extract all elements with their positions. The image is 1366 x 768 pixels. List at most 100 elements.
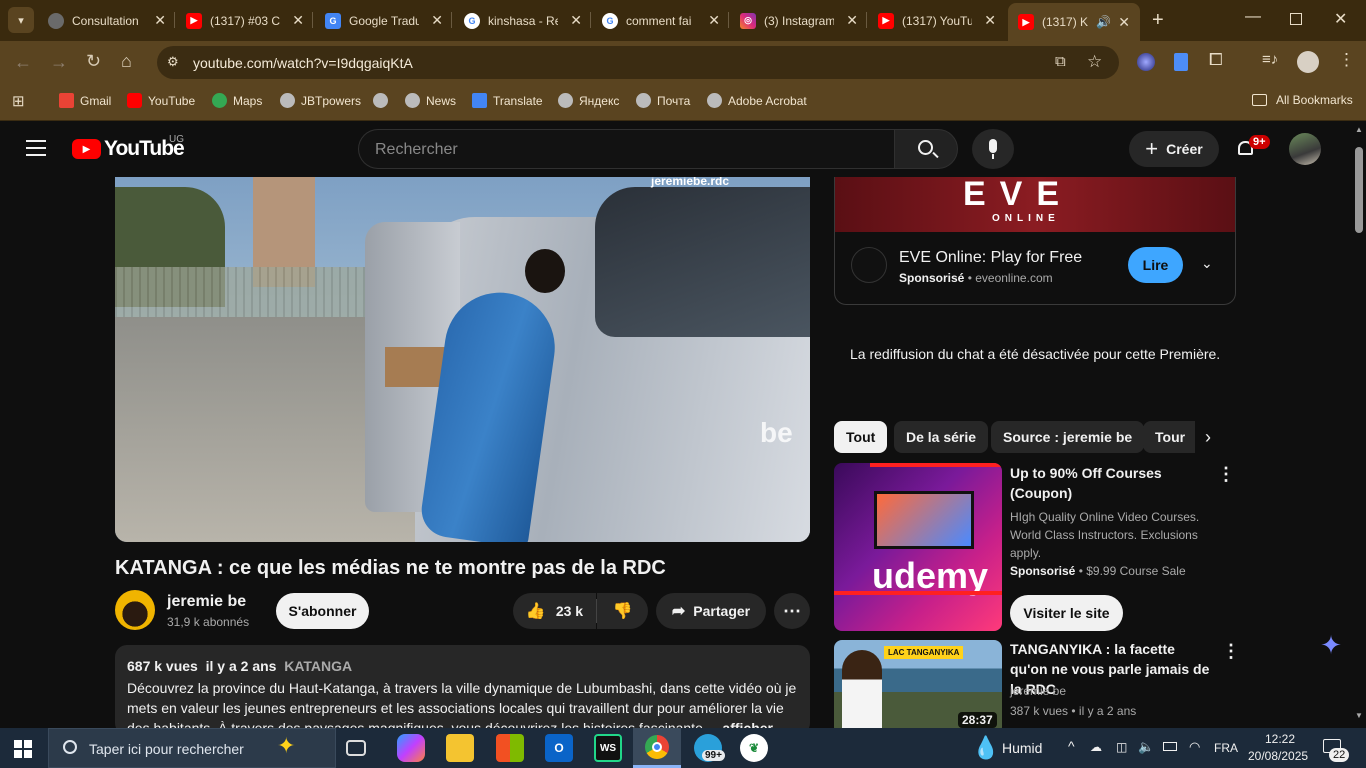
close-tab-icon[interactable]: ✕ [984,12,996,29]
search-button[interactable] [894,129,958,169]
create-button[interactable]: + Créer [1129,131,1219,167]
bookmark-news[interactable]: News [405,93,456,108]
webstorm-icon[interactable]: WS [594,734,622,762]
page-scrollbar[interactable]: ▲ ▼ [1352,121,1366,728]
clock-time[interactable]: 12:22 [1265,732,1295,746]
notifications-button[interactable]: 9+ [1234,135,1270,161]
bookmark-translate[interactable]: Translate [472,93,543,108]
site-info-icon[interactable]: ⚙ [167,54,179,70]
kebab-menu-icon[interactable]: ⋮ [1217,464,1235,485]
more-actions-button[interactable]: ⋯ [774,593,810,629]
minimize-button[interactable]: — [1245,8,1261,26]
visit-site-button[interactable]: Visiter le site [1010,595,1123,631]
tab-search-dropdown[interactable]: ▾ [8,7,34,33]
wifi-icon[interactable]: ◠ [1189,739,1200,755]
youtube-logo[interactable]: ▶ YouTube [72,137,185,161]
apps-grid-icon[interactable]: ⊞ [12,92,25,110]
reload-icon[interactable]: ↻ [86,51,101,72]
ad-cta-button[interactable]: Lire [1128,247,1183,283]
close-tab-icon[interactable]: ✕ [846,12,858,29]
start-button[interactable] [14,740,32,758]
outlook-icon[interactable]: O [545,734,573,762]
media-control-icon[interactable]: ≡♪ [1262,51,1278,68]
telegram-icon[interactable]: 99+ [694,734,725,762]
chevron-down-icon[interactable]: ⌄ [1201,255,1213,272]
bookmark-jbtpowers[interactable]: JBTpowers [280,93,361,108]
close-tab-icon[interactable]: ✕ [431,12,443,29]
chrome-menu-icon[interactable]: ⋮ [1338,50,1355,70]
dislike-button[interactable]: 👎 [597,593,648,629]
ad-thumbnail-udemy[interactable]: udemy [834,463,1002,631]
tab-youtube-1317[interactable]: ▶ (1317) YouTu ✕ [878,7,996,34]
bookmark-globe[interactable] [373,93,394,108]
home-icon[interactable]: ⌂ [121,51,132,72]
tab-comment-faire[interactable]: G comment fai ✕ [602,7,720,34]
hamburger-menu-icon[interactable] [26,140,46,156]
back-icon[interactable]: ← [14,52,32,73]
rec-channel[interactable]: jeremie be [1010,682,1066,700]
language-indicator[interactable]: FRA [1214,741,1238,755]
store-icon[interactable] [496,734,524,762]
chip-tout[interactable]: Tout [834,421,888,453]
bookmark-youtube[interactable]: YouTube [127,93,195,108]
chip-source[interactable]: Source : jeremie be [991,421,1145,453]
omnibox[interactable]: ⚙ youtube.com/watch?v=I9dqgaiqKtA ⧉ ☆ [157,46,1119,79]
close-tab-icon[interactable]: ✕ [570,12,582,29]
new-tab-button[interactable]: + [1152,9,1164,32]
channel-name[interactable]: jeremie be [167,593,246,611]
chip-de-la-serie[interactable]: De la série [894,421,989,453]
hashtag-link[interactable]: KATANGA [284,658,352,674]
bookmark-maps[interactable]: Maps [212,93,262,108]
chrome-icon[interactable] [633,728,681,768]
all-bookmarks[interactable]: All Bookmarks [1252,93,1353,107]
share-button[interactable]: ➦ Partager [656,593,766,629]
meet-icon[interactable]: ◫ [1116,740,1127,754]
like-button[interactable]: 👍 23 k [513,593,596,629]
speaker-icon[interactable]: 🔊 [1096,15,1111,29]
tab-youtube-03[interactable]: ▶ (1317) #03 C ✕ [186,7,304,34]
video-player[interactable]: jeremiebe.rdc be [115,177,810,542]
ad-banner[interactable]: EVE ONLINE [835,177,1235,232]
close-tab-icon[interactable]: ✕ [154,12,166,29]
file-explorer-icon[interactable] [446,734,474,762]
battery-icon[interactable] [1163,742,1177,751]
copilot-icon[interactable] [397,734,425,762]
close-tab-icon[interactable]: ✕ [292,12,304,29]
close-tab-icon[interactable]: ✕ [708,12,720,29]
weather-text[interactable]: Humid [1002,740,1042,756]
ad-title[interactable]: EVE Online: Play for Free [899,249,1082,267]
gemini-extension-icon[interactable] [1137,53,1155,71]
subscribe-button[interactable]: S'abonner [276,593,369,629]
description-box[interactable]: 687 k vues il y a 2 ans KATANGA Découvre… [115,645,810,735]
chip-tour[interactable]: Tour [1143,421,1195,453]
tab-youtube-active[interactable]: ▶ (1317) K 🔊 ✕ [1008,3,1140,41]
restore-button[interactable] [1290,13,1302,25]
tab-kinshasa[interactable]: G kinshasa - Re ✕ [464,7,582,34]
volume-icon[interactable]: 🔈 [1138,739,1154,755]
kebab-menu-icon[interactable]: ⋮ [1222,641,1240,662]
tab-consultation[interactable]: Consultation ✕ [48,7,166,34]
video-thumbnail-tanganyika[interactable]: LAC TANGANYIKA 28:37 [834,640,1002,735]
close-tab-icon[interactable]: ✕ [1118,14,1130,31]
clock-date[interactable]: 20/08/2025 [1248,749,1308,763]
tray-overflow-icon[interactable]: ^ [1068,738,1075,754]
profile-avatar[interactable] [1297,51,1319,73]
task-view-icon[interactable] [346,740,366,756]
bookmark-gmail[interactable]: Gmail [59,93,111,108]
bookmark-adobe-acrobat[interactable]: Adobe Acrobat [707,93,807,108]
taskbar-search[interactable]: Taper ici pour rechercher ✦ [48,728,336,768]
account-avatar[interactable] [1289,133,1321,165]
docs-extension-icon[interactable] [1174,53,1188,71]
bookmark-yandex[interactable]: Яндекс [558,93,619,108]
channel-avatar[interactable] [115,590,155,630]
rec-title[interactable]: Up to 90% Off Courses (Coupon) [1010,463,1210,503]
tab-instagram[interactable]: ◎ (3) Instagram ✕ [740,7,858,34]
app-leaf-icon[interactable]: ❦ [740,734,768,762]
extensions-icon[interactable]: ⧠ [1209,50,1223,70]
scrollbar-thumb[interactable] [1355,147,1363,233]
close-window-button[interactable]: ✕ [1334,9,1347,29]
gemini-sparkle-icon[interactable]: ✦ [1316,630,1346,660]
search-input[interactable]: Rechercher [358,129,895,169]
url-text[interactable]: youtube.com/watch?v=I9dqgaiqKtA [193,55,413,71]
install-app-icon[interactable]: ⧉ [1055,53,1066,70]
